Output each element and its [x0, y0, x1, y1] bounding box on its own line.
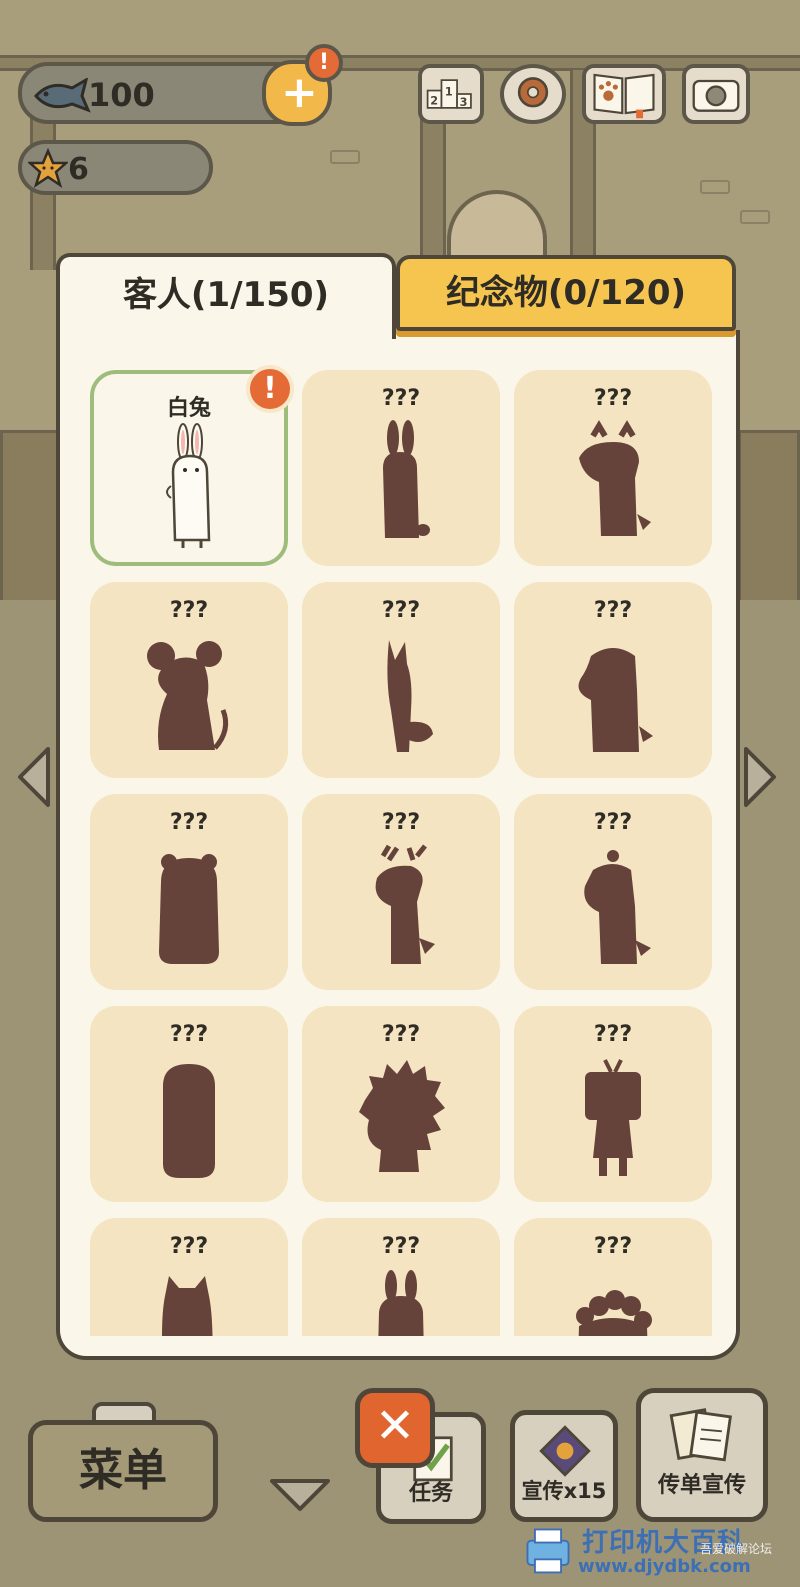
- capybara-silhouette-icon: [584, 850, 651, 964]
- flyer-promotion-button[interactable]: 传单宣传: [636, 1388, 768, 1522]
- guest-card[interactable]: ???: [514, 794, 712, 990]
- fox-silhouette-icon: [387, 640, 433, 752]
- guest-name: ???: [169, 1234, 209, 1259]
- sheep-silhouette-icon: [576, 1290, 652, 1336]
- guest-card[interactable]: ???: [90, 794, 288, 990]
- camera-icon: [692, 79, 740, 112]
- guest-card[interactable]: ???: [90, 1006, 288, 1202]
- svg-text:1: 1: [445, 86, 453, 99]
- hedgehog-silhouette-icon: [359, 1060, 445, 1172]
- site-watermark: 打印机大百科 吾爱破解论坛 www.djydbk.com: [520, 1520, 790, 1580]
- guest-card[interactable]: ???: [514, 1218, 712, 1336]
- guest-card[interactable]: ???: [302, 1006, 500, 1202]
- arrow-right-icon[interactable]: [740, 745, 780, 809]
- guest-name: ???: [593, 1234, 633, 1259]
- exclamation-alert-icon: !: [305, 44, 343, 82]
- guest-name: ???: [593, 386, 633, 411]
- wall-brick: [330, 150, 360, 164]
- guest-card[interactable]: ???: [302, 370, 500, 566]
- camera-button[interactable]: [682, 64, 750, 124]
- guest-card[interactable]: ???: [302, 582, 500, 778]
- guest-name: ???: [169, 810, 209, 835]
- wall-brick: [700, 180, 730, 194]
- paw-book-icon: [593, 73, 655, 119]
- promotion-label: 宣传x15: [521, 1479, 607, 1503]
- guest-name: ???: [381, 1234, 421, 1259]
- guest-name: ???: [381, 810, 421, 835]
- deer-silhouette-icon: [375, 844, 435, 964]
- mouse-silhouette-icon: [147, 641, 229, 750]
- otter-silhouette-icon: [578, 648, 653, 752]
- moose-silhouette-icon: [579, 420, 651, 536]
- printer-logo-icon: [526, 1528, 570, 1574]
- chevron-down-icon[interactable]: [268, 1475, 332, 1515]
- guest-name: ???: [593, 1022, 633, 1047]
- rabbit-silhouette-icon: [383, 420, 430, 538]
- ranking-podium-icon: 2 1 3: [426, 79, 472, 109]
- promo-poster-icon: [539, 1425, 591, 1477]
- menu-button[interactable]: 菜单: [28, 1420, 218, 1522]
- guest-card[interactable]: ???: [514, 1006, 712, 1202]
- fish-icon: [34, 78, 91, 113]
- guest-grid: 白兔 ??? ??? ??? ??? ??? ??? ??? ??? ??? ?…: [90, 370, 715, 1336]
- settings-button[interactable]: [500, 64, 566, 124]
- watermark-url: www.djydbk.com: [578, 1556, 751, 1577]
- wood-counter: [738, 430, 800, 610]
- guest-name: ???: [381, 1022, 421, 1047]
- new-guest-alert-icon: !: [246, 365, 294, 413]
- task-label: 任务: [408, 1481, 453, 1506]
- white-rabbit-icon: [166, 423, 211, 548]
- bear-silhouette-icon: [159, 854, 219, 964]
- ranking-button[interactable]: 2 1 3: [418, 64, 484, 124]
- guest-card[interactable]: ???: [302, 794, 500, 990]
- star-icon: [28, 148, 68, 188]
- watermark-forum: 吾爱破解论坛: [700, 1542, 773, 1556]
- tab-guests[interactable]: 客人(1/150): [56, 253, 396, 339]
- svg-text:3: 3: [460, 96, 468, 109]
- fish-count: 100: [88, 76, 155, 114]
- guest-name: ???: [381, 598, 421, 623]
- tv-head-silhouette-icon: [585, 1059, 641, 1176]
- flyer-label: 传单宣传: [657, 1473, 746, 1498]
- settings-gear-icon: [517, 77, 549, 108]
- promotion-button[interactable]: 宣传x15: [510, 1410, 618, 1522]
- guest-name: ???: [593, 598, 633, 623]
- svg-text:2: 2: [430, 94, 438, 107]
- tab-souvenirs[interactable]: 纪念物(0/120): [396, 255, 736, 331]
- cat-silhouette-icon: [162, 1276, 213, 1336]
- guest-card[interactable]: ???: [514, 582, 712, 778]
- wood-counter: [0, 430, 60, 610]
- guest-name: ???: [381, 386, 421, 411]
- guest-name: ???: [593, 810, 633, 835]
- guest-name: ???: [169, 1022, 209, 1047]
- guest-card[interactable]: ???: [90, 1218, 288, 1336]
- wall-brick: [740, 210, 770, 224]
- donkey-silhouette-icon: [378, 1270, 424, 1336]
- flyer-papers-icon: [669, 1408, 732, 1462]
- arrow-left-icon[interactable]: [14, 745, 54, 809]
- star-currency-counter: 6: [18, 140, 213, 195]
- seal-silhouette-icon: [163, 1064, 215, 1178]
- guest-name: ???: [169, 598, 209, 623]
- guest-card[interactable]: ???: [90, 582, 288, 778]
- star-count: 6: [68, 152, 89, 187]
- close-button[interactable]: ✕: [355, 1388, 435, 1468]
- guest-card[interactable]: ???: [514, 370, 712, 566]
- guest-card[interactable]: ???: [302, 1218, 500, 1336]
- guestbook-button[interactable]: [582, 64, 666, 124]
